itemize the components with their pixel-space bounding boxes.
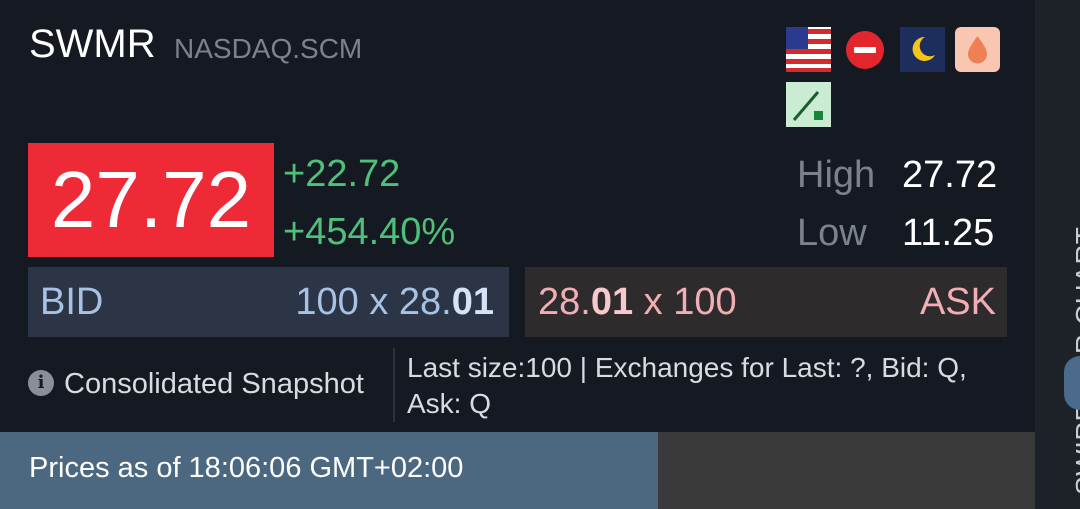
last-trade-info: Last size:100 | Exchanges for Last: ?, B… <box>407 352 967 419</box>
us-flag-icon[interactable] <box>786 27 831 72</box>
low-value: 11.25 <box>902 212 995 254</box>
moon-icon[interactable] <box>900 27 945 72</box>
divider <box>393 348 395 422</box>
last-price: 27.72 <box>50 155 252 244</box>
slash-icon[interactable] <box>786 82 831 127</box>
bid-label: BID <box>40 281 104 323</box>
high-value: 27.72 <box>902 154 998 196</box>
ask-label: ASK <box>919 281 996 323</box>
price-change: +22.72 <box>283 153 401 195</box>
ask-value: 28.01 x 100 <box>538 281 737 323</box>
consolidated-snapshot-label: Consolidated Snapshot <box>64 368 364 400</box>
high-label: High <box>797 154 876 196</box>
low-label: Low <box>797 212 867 254</box>
no-entry-icon[interactable] <box>846 31 884 69</box>
price-change-percent: +454.40% <box>283 211 456 253</box>
exchange-name: NASDAQ.SCM <box>174 33 363 64</box>
bid-value: 100 x 28.01 <box>295 281 494 323</box>
drop-icon[interactable] <box>955 27 1000 72</box>
info-icon[interactable]: i <box>28 370 54 396</box>
footer-filler <box>658 432 1035 509</box>
swipe-handle[interactable] <box>1064 356 1080 410</box>
ticker-symbol: SWMR <box>29 22 156 66</box>
prices-as-of-text: Prices as of 18:06:06 GMT+02:00 <box>29 452 464 484</box>
